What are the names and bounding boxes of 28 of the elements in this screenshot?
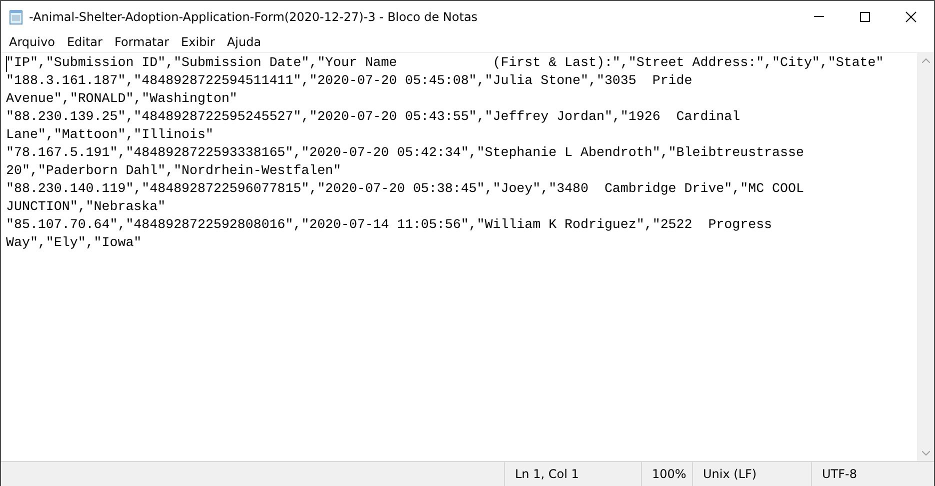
window-title: -Animal-Shelter-Adoption-Application-Form(2020-12-27)-3 - Bloco de Notas [29,10,479,24]
text-line: "188.3.161.187","4848928722594511411","2020-07-20 05:45:08","Julia Stone","3035 Pride [6,72,692,90]
text-line: "IP","Submission ID","Submission Date","Your Name (First & Last):","Street Address:","City","State" [6,54,884,72]
maximize-icon [859,10,871,22]
menu-item[interactable]: Exibir [175,32,221,52]
notepad-icon [9,8,23,24]
text-line: 20","Paderborn Dahl","Nordrhein-Westfalen" [6,162,342,180]
scroll-up-icon[interactable] [922,58,930,63]
line-ending: Unix (LF) [692,462,811,486]
menu-item[interactable]: Ajuda [220,32,268,52]
scroll-down-icon[interactable] [922,451,930,456]
menu-item[interactable]: Editar [60,32,108,52]
scrollbar[interactable] [917,53,934,461]
text-line: "88.230.139.25","4848928722595245527","2020-07-20 05:43:55","Jeffrey Jordan","1926 Cardinal [6,108,740,126]
text-line: "88.230.140.119","4848928722596077815","2020-07-20 05:38:45","Joey","3480 Cambridge Drive","MC COOL [6,180,804,198]
zoom-level: 100% [641,462,692,486]
text-line: Way","Ely","Iowa" [6,234,142,252]
menu-item[interactable]: Formatar [108,32,176,52]
minimize-icon [814,16,824,17]
encoding: UTF-8 [811,462,934,486]
text-line: "85.107.70.64","4848928722592808016","2020-07-14 11:05:56","William K Rodriguez","2522 Progress [6,216,772,234]
text-line: Avenue","RONALD","Washington" [6,90,238,108]
text-line: JUNCTION","Nebraska" [6,198,166,216]
text-line: "78.167.5.191","4848928722593338165","2020-07-20 05:42:34","Stephanie L Abendroth","Bleibtreustrasse [6,144,804,162]
text-line: Lane","Mattoon","Illinois" [6,126,214,144]
cursor-position: Ln 1, Col 1 [504,462,641,486]
close-icon [905,10,917,22]
menu-item[interactable]: Arquivo [3,32,61,52]
